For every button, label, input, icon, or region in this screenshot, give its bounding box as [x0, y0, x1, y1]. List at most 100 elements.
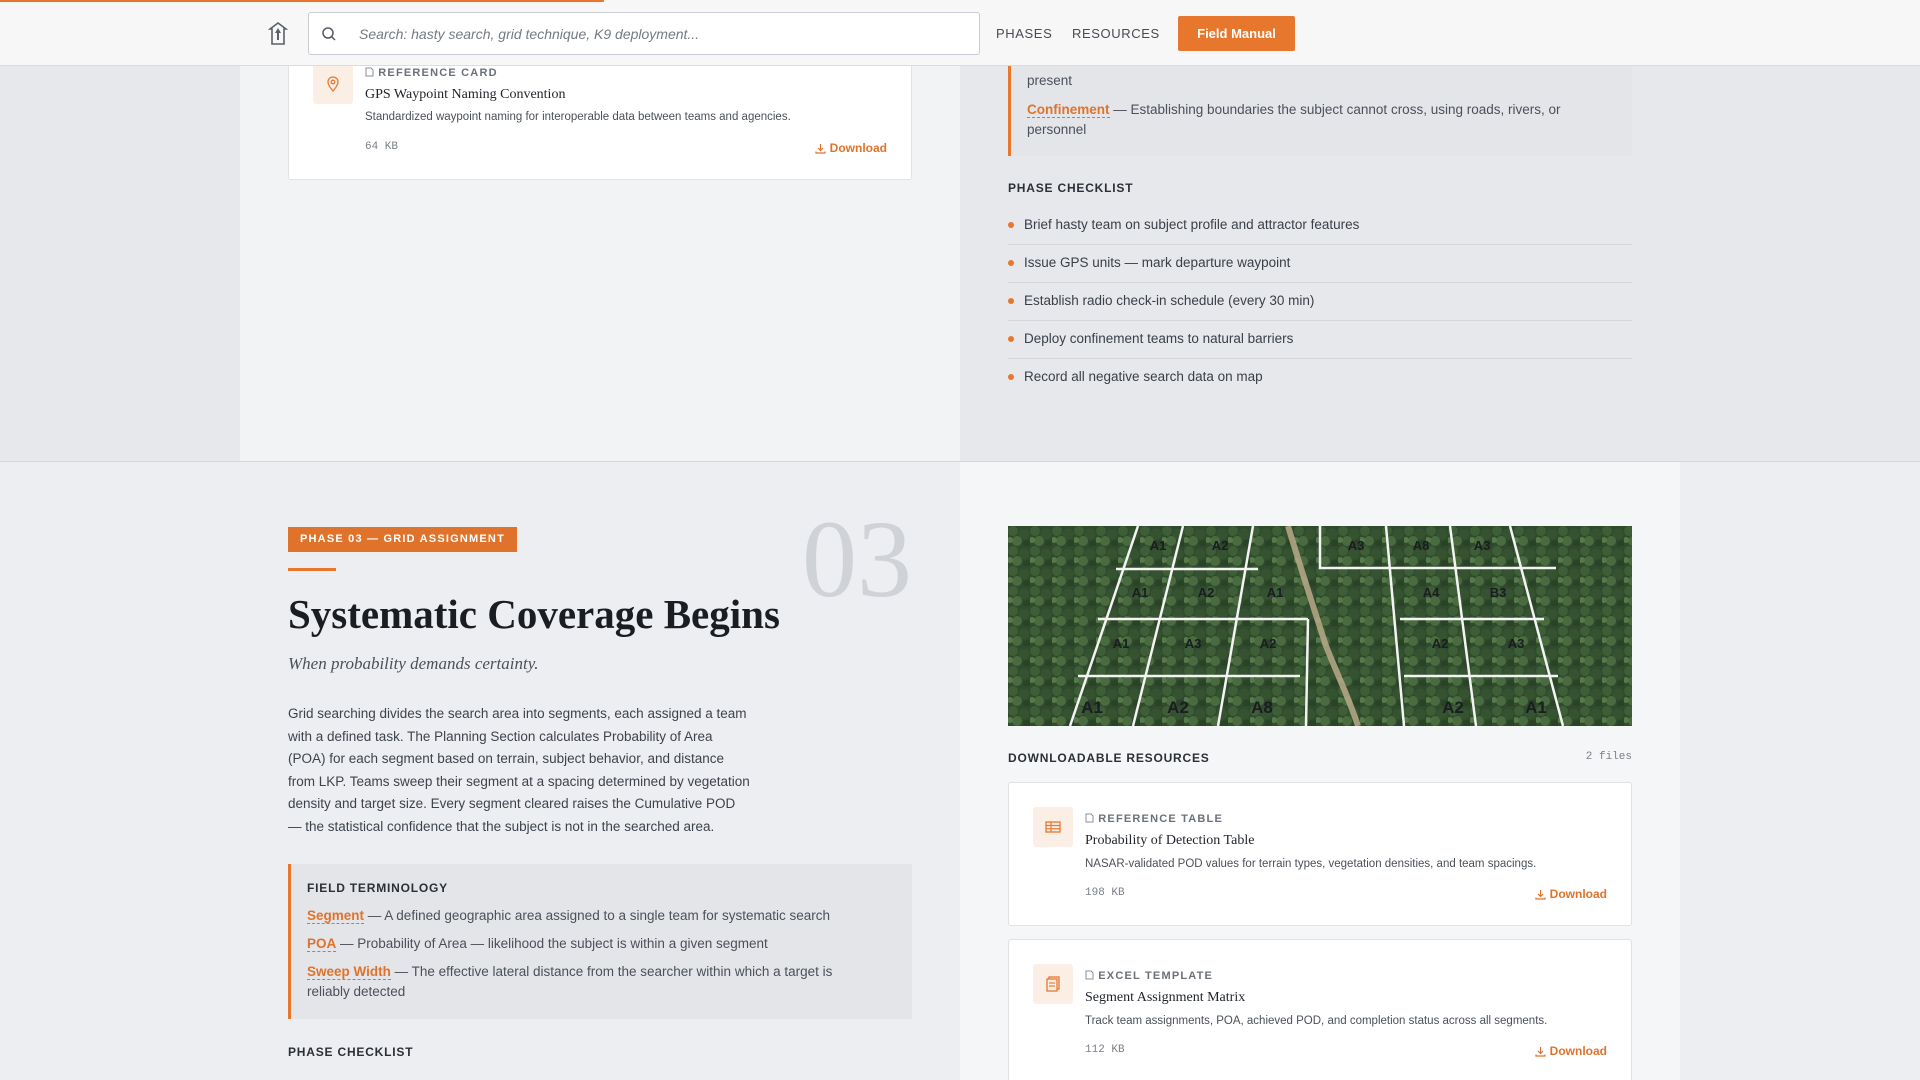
map-pin-icon	[327, 76, 339, 92]
resource-type-label: REFERENCE TABLE	[1085, 813, 1223, 825]
resource-type-text: EXCEL TEMPLATE	[1098, 970, 1214, 982]
segment-label-a8: A8	[1413, 538, 1430, 553]
download-link[interactable]: Download	[1535, 1044, 1607, 1058]
bullet-dot	[1008, 222, 1014, 228]
body-line: (POA) for each segment based on terrain,…	[288, 751, 725, 767]
resource-file-size: 112 KB	[1085, 1044, 1125, 1056]
phase-description: Grid searching divides the search area i…	[288, 703, 778, 839]
segment-label-a3: A3	[1348, 538, 1365, 553]
segment-label-a2: A2	[1198, 585, 1215, 600]
term-definition: — Establishing boundaries the subject ca…	[1113, 102, 1561, 117]
field-terminology-box-phase-02: present Confinement — Establishing bound…	[1008, 66, 1632, 156]
search-icon	[322, 27, 336, 41]
body-line: Grid searching divides the search area i…	[288, 706, 747, 721]
resource-type-label: EXCEL TEMPLATE	[1085, 970, 1213, 982]
body-line: — the statistical confidence that the su…	[288, 818, 715, 834]
term-confinement[interactable]: Confinement	[1027, 102, 1110, 118]
checklist-text: Record all negative search data on map	[1024, 369, 1263, 384]
nav-link-resources[interactable]: RESOURCES	[1072, 26, 1160, 41]
checklist-item[interactable]: Deploy confinement teams to natural barr…	[1008, 321, 1632, 359]
segment-label-a2: A2	[1442, 698, 1464, 717]
checklist-item[interactable]: Establish radio check-in schedule (every…	[1008, 283, 1632, 321]
field-manual-button[interactable]: Field Manual	[1178, 16, 1295, 51]
top-navigation-bar: PHASES RESOURCES Field Manual	[0, 0, 1920, 66]
nav-link-phases[interactable]: PHASES	[996, 26, 1052, 41]
file-icon	[365, 67, 374, 77]
checklist-item[interactable]: Issue GPS units — mark departure waypoin…	[1008, 245, 1632, 283]
term-definition-cont: personnel	[1027, 122, 1087, 137]
download-link[interactable]: Download	[1535, 887, 1607, 901]
term-definition: — Probability of Area — likelihood the s…	[340, 936, 768, 951]
term-segment[interactable]: Segment	[307, 908, 365, 924]
phase-02-checklist-label: PHASE CHECKLIST	[1008, 181, 1134, 195]
terminology-entry-poa: POA — Probability of Area — likelihood t…	[307, 934, 768, 954]
terminology-entry-sweep-width: Sweep Width — The effective lateral dist…	[307, 962, 897, 1002]
search-input[interactable]	[359, 21, 959, 47]
resource-title: Segment Assignment Matrix	[1085, 990, 1246, 1005]
term-sweep-width[interactable]: Sweep Width	[307, 964, 391, 980]
field-terminology-box: FIELD TERMINOLOGY Segment — A defined ge…	[288, 864, 912, 1019]
term-definition: — The effective lateral distance from th…	[394, 964, 833, 979]
term-definition-cont: reliably detected	[307, 984, 406, 999]
resource-description: Standardized waypoint naming for interop…	[365, 111, 791, 123]
resource-icon-tile	[1033, 964, 1073, 1004]
resource-card-pod-table[interactable]: REFERENCE TABLE Probability of Detection…	[1008, 782, 1632, 926]
checklist-text: Establish radio check-in schedule (every…	[1024, 293, 1315, 308]
segment-label-a4: A4	[1423, 585, 1440, 600]
bullet-dot	[1008, 260, 1014, 266]
badge-underline	[288, 568, 336, 571]
term-definition: — A defined geographic area assigned to …	[367, 908, 831, 923]
bullet-dot	[1008, 298, 1014, 304]
spreadsheet-icon	[1046, 976, 1060, 992]
segment-label-a2: A2	[1212, 538, 1229, 553]
compass-logo-icon[interactable]	[268, 22, 288, 46]
segment-label-b3: B3	[1490, 585, 1507, 600]
resource-file-size: 64 KB	[365, 141, 399, 153]
segment-label-a1: A1	[1150, 538, 1167, 553]
resource-description: Track team assignments, POA, achieved PO…	[1085, 1015, 1548, 1027]
terminology-entry-confinement: Confinement — Establishing boundaries th…	[1027, 100, 1607, 140]
terminology-line-tail: present	[1027, 73, 1073, 88]
download-icon	[1535, 1047, 1546, 1057]
downloadable-resources-label: DOWNLOADABLE RESOURCES	[1008, 751, 1210, 765]
resource-type-label: REFERENCE CARD	[365, 67, 498, 79]
terminology-entry-segment: Segment — A defined geographic area assi…	[307, 906, 830, 926]
bullet-dot	[1008, 336, 1014, 342]
search-bar[interactable]	[308, 12, 980, 55]
resource-type-text: REFERENCE CARD	[378, 67, 498, 79]
phase-title: Systematic Coverage Begins	[288, 591, 780, 637]
field-terminology-label: FIELD TERMINOLOGY	[307, 881, 448, 895]
checklist-item[interactable]: Brief hasty team on subject profile and …	[1008, 207, 1632, 245]
segment-label-a3: A3	[1474, 538, 1491, 553]
file-icon	[1085, 970, 1094, 980]
checklist-text: Issue GPS units — mark departure waypoin…	[1024, 255, 1291, 270]
download-icon	[815, 144, 826, 154]
resource-card-segment-matrix[interactable]: EXCEL TEMPLATE Segment Assignment Matrix…	[1008, 939, 1632, 1080]
left-margin-phase-02	[0, 66, 240, 461]
download-label: Download	[1549, 1044, 1607, 1058]
resource-title: GPS Waypoint Naming Convention	[365, 87, 566, 102]
grid-segment-map: A1 A2 A3 A8 A3 A1 A2 A1 A4 B3 A1 A3 A2 A2 A3 A1 A2 A8 A2 A1	[1008, 526, 1632, 726]
segment-label-a2: A2	[1260, 636, 1277, 651]
right-margin-phase-03	[1680, 462, 1920, 1080]
segment-label-a1: A1	[1267, 585, 1284, 600]
term-poa[interactable]: POA	[307, 936, 337, 952]
resource-file-size: 198 KB	[1085, 887, 1125, 899]
resource-icon-tile	[1033, 807, 1073, 847]
checklist-text: Deploy confinement teams to natural barr…	[1024, 331, 1294, 346]
resource-icon-tile	[313, 64, 353, 104]
body-line: from LKP. Teams sweep their segment at a…	[288, 773, 750, 789]
phase-subtitle: When probability demands certainty.	[288, 654, 539, 673]
segment-label-a1: A1	[1081, 698, 1103, 717]
resource-card-gps-waypoint[interactable]: REFERENCE CARD GPS Waypoint Naming Conve…	[288, 60, 912, 180]
body-line: with a defined task. The Planning Sectio…	[288, 728, 713, 744]
checklist-item[interactable]: Record all negative search data on map	[1008, 359, 1632, 397]
files-count: 2 files	[1585, 751, 1632, 763]
phase-badge: PHASE 03 — GRID ASSIGNMENT	[288, 527, 517, 552]
segment-label-a8: A8	[1251, 698, 1273, 717]
body-line: density and target size. Every segment c…	[288, 796, 736, 812]
resource-title: Probability of Detection Table	[1085, 833, 1255, 848]
download-link[interactable]: Download	[815, 141, 887, 155]
segment-label-a2: A2	[1167, 698, 1189, 717]
segment-label-a2: A2	[1432, 636, 1449, 651]
